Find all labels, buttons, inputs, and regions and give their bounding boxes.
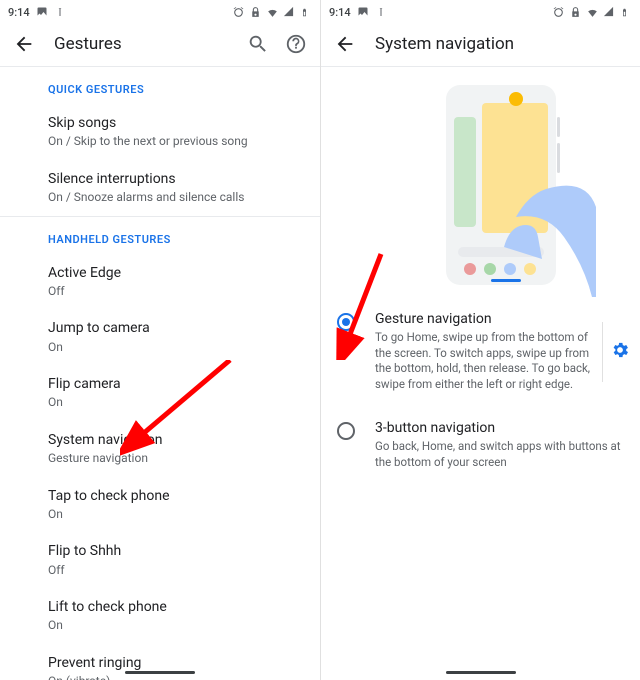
row-subtitle: On / Snooze alarms and silence calls <box>48 190 302 206</box>
row-title: System navigation <box>48 431 302 449</box>
row-subtitle: On <box>48 507 302 523</box>
row-subtitle: On <box>48 618 302 634</box>
row-skip-songs[interactable]: Skip songs On / Skip to the next or prev… <box>0 104 320 160</box>
vpn-icon <box>249 6 261 18</box>
radio-icon[interactable] <box>337 313 355 331</box>
status-bar: 9:14 <box>0 0 320 22</box>
row-active-edge[interactable]: Active Edge Off <box>0 254 320 310</box>
tesla-icon <box>375 6 387 18</box>
illustration <box>321 67 640 297</box>
page-title: Gestures <box>54 34 122 54</box>
row-title: Lift to check phone <box>48 598 302 616</box>
back-icon[interactable] <box>12 32 36 56</box>
row-subtitle: On <box>48 340 302 356</box>
row-title: Flip camera <box>48 375 302 393</box>
row-tap-to-check[interactable]: Tap to check phone On <box>0 477 320 533</box>
row-title: Silence interruptions <box>48 170 302 188</box>
row-title: Tap to check phone <box>48 487 302 505</box>
photo-icon <box>36 6 48 18</box>
section-quick-gestures: Quick Gestures <box>0 67 320 104</box>
gestures-screen: 9:14 Gestures Quick Gestures Skip song <box>0 0 320 680</box>
option-title: Gesture navigation <box>375 311 602 327</box>
status-time: 9:14 <box>329 6 351 19</box>
row-flip-to-shhh[interactable]: Flip to Shhh Off <box>0 532 320 588</box>
gesture-nav-hint <box>446 671 516 674</box>
help-icon[interactable] <box>284 32 308 56</box>
row-subtitle: Off <box>48 563 302 579</box>
row-jump-to-camera[interactable]: Jump to camera On <box>0 309 320 365</box>
row-title: Jump to camera <box>48 319 302 337</box>
battery-icon <box>620 6 632 18</box>
row-subtitle: On / Skip to the next or previous song <box>48 134 302 150</box>
radio-icon[interactable] <box>337 422 355 440</box>
row-subtitle: Off <box>48 284 302 300</box>
settings-gear-icon[interactable] <box>610 340 630 364</box>
option-3-button-navigation[interactable]: 3-button navigation Go back, Home, and s… <box>321 406 640 484</box>
row-subtitle: On <box>48 395 302 411</box>
wifi-icon <box>586 6 598 18</box>
alarm-icon <box>552 6 564 18</box>
photo-icon <box>357 6 369 18</box>
gesture-nav-hint <box>125 671 195 674</box>
signal-icon <box>283 6 295 18</box>
option-description: To go Home, swipe up from the bottom of … <box>375 330 602 392</box>
page-title: System navigation <box>375 34 514 54</box>
row-subtitle: Gesture navigation <box>48 451 302 467</box>
system-navigation-screen: 9:14 System navigation <box>320 0 640 680</box>
row-title: Active Edge <box>48 264 302 282</box>
section-handheld-gestures: Handheld Gestures <box>0 217 320 254</box>
row-title: Skip songs <box>48 114 302 132</box>
option-description: Go back, Home, and switch apps with butt… <box>375 439 630 470</box>
status-time: 9:14 <box>8 6 30 19</box>
row-title: Flip to Shhh <box>48 542 302 560</box>
app-bar: System navigation <box>321 22 640 66</box>
row-silence-interruptions[interactable]: Silence interruptions On / Snooze alarms… <box>0 160 320 216</box>
vpn-icon <box>569 6 581 18</box>
wifi-icon <box>266 6 278 18</box>
row-flip-camera[interactable]: Flip camera On <box>0 365 320 421</box>
alarm-icon <box>232 6 244 18</box>
app-bar: Gestures <box>0 22 320 66</box>
option-gesture-navigation[interactable]: Gesture navigation To go Home, swipe up … <box>321 297 640 406</box>
row-subtitle: On (vibrate) <box>48 674 302 680</box>
tesla-icon <box>54 6 66 18</box>
signal-icon <box>603 6 615 18</box>
row-title: Prevent ringing <box>48 654 302 672</box>
battery-icon <box>300 6 312 18</box>
row-lift-to-check[interactable]: Lift to check phone On <box>0 588 320 644</box>
back-icon[interactable] <box>333 32 357 56</box>
search-icon[interactable] <box>246 32 270 56</box>
row-prevent-ringing[interactable]: Prevent ringing On (vibrate) <box>0 644 320 680</box>
status-bar: 9:14 <box>321 0 640 22</box>
option-title: 3-button navigation <box>375 420 630 436</box>
row-system-navigation[interactable]: System navigation Gesture navigation <box>0 421 320 477</box>
